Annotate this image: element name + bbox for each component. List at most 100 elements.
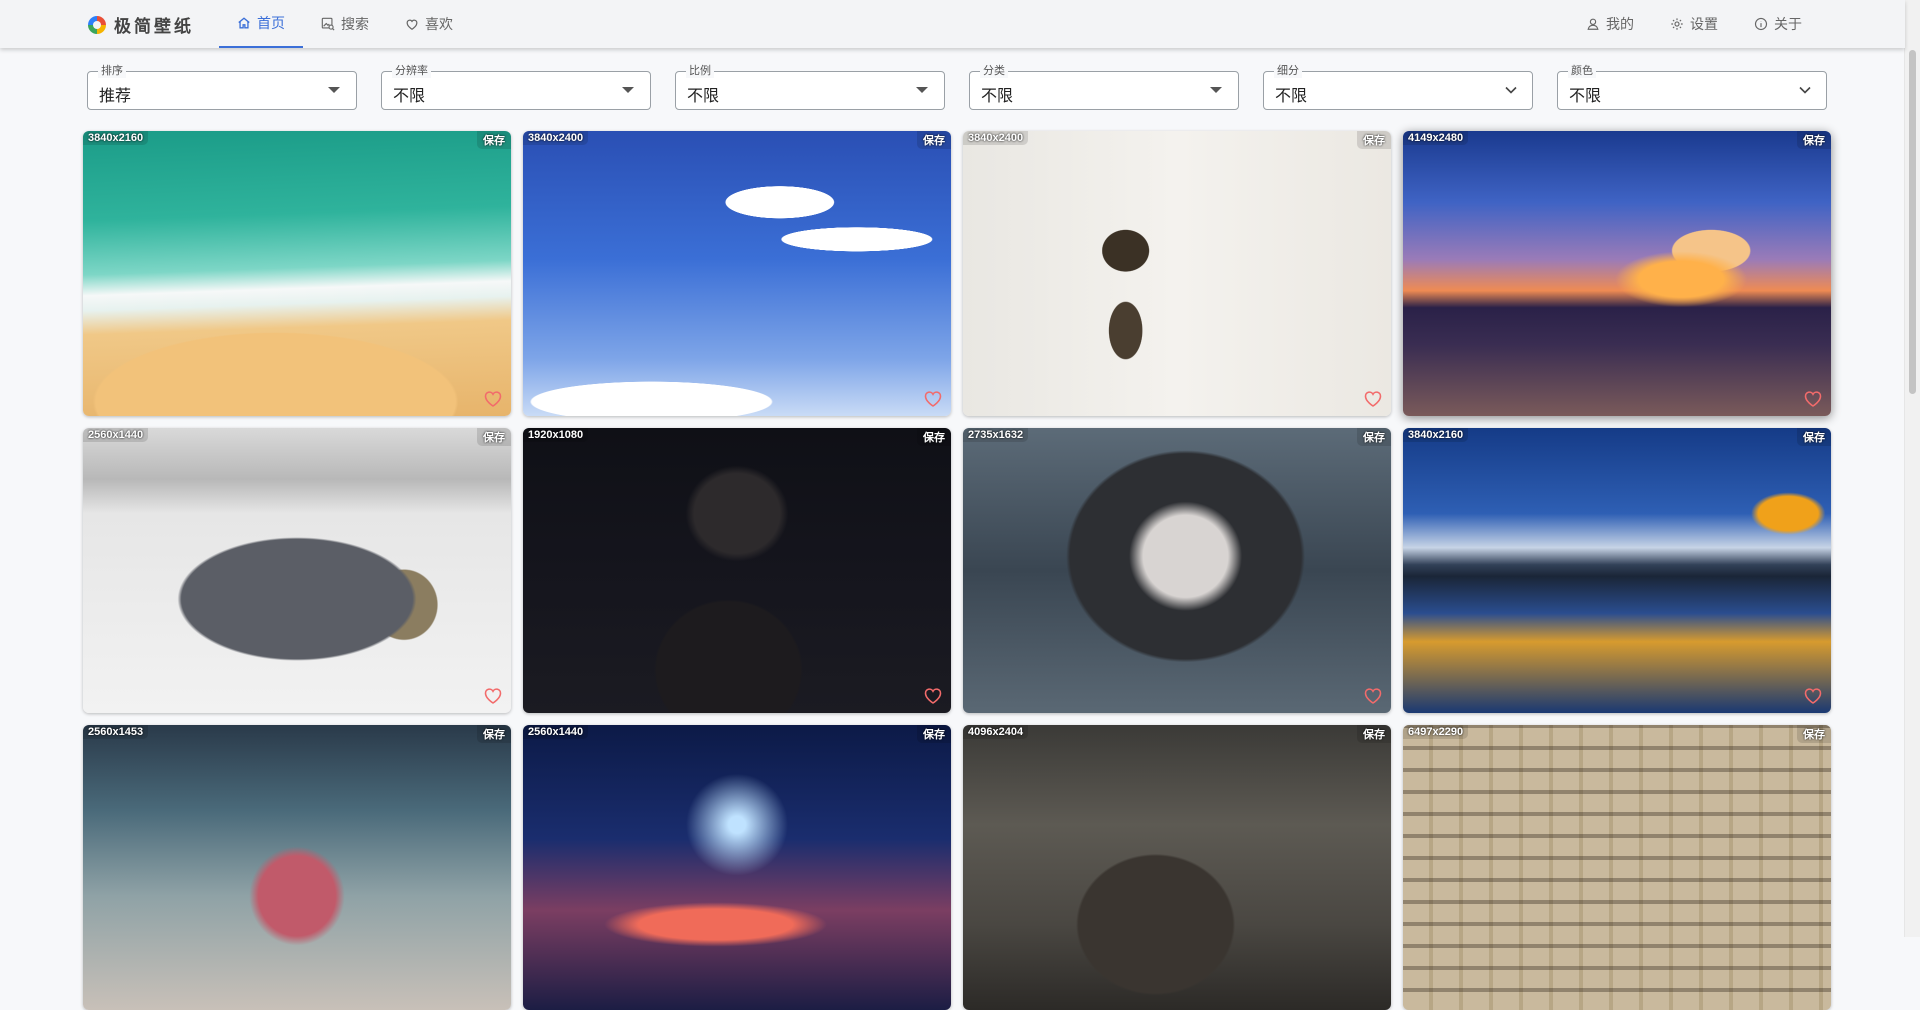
caret-down-icon [1210, 87, 1222, 93]
wallpaper-card[interactable]: 2560x1440 保存 [523, 725, 951, 1010]
wallpaper-thumbnail[interactable] [523, 725, 951, 1010]
main-nav: 首页 搜索 喜欢 [219, 0, 471, 48]
scrollbar-thumb[interactable] [1909, 50, 1916, 394]
user-nav: 我的 设置 关于 [1568, 0, 1820, 48]
favorite-heart-icon[interactable] [483, 686, 503, 706]
nav-mine[interactable]: 我的 [1568, 0, 1652, 48]
nav-search-label: 搜索 [341, 16, 369, 32]
wallpaper-card[interactable]: 4149x2480 保存 [1403, 131, 1831, 416]
top-bar: 极简壁纸 首页 搜索 喜欢 我的 设置 关于 [0, 0, 1905, 48]
nav-settings-label: 设置 [1690, 16, 1718, 32]
sort-select-label: 排序 [98, 64, 126, 78]
nav-mine-label: 我的 [1606, 16, 1634, 32]
save-button[interactable]: 保存 [917, 725, 951, 743]
wallpaper-thumbnail[interactable] [963, 131, 1391, 416]
save-button[interactable]: 保存 [477, 725, 511, 743]
save-button[interactable]: 保存 [1797, 725, 1831, 743]
wallpaper-card[interactable]: 4096x2404 保存 [963, 725, 1391, 1010]
logo-icon [88, 15, 106, 34]
category-select-label: 分类 [980, 64, 1008, 78]
chevron-down-icon [1799, 86, 1811, 94]
save-button[interactable]: 保存 [1357, 131, 1391, 149]
nav-home-label: 首页 [257, 15, 285, 31]
favorite-heart-icon[interactable] [923, 389, 943, 409]
chevron-down-icon [1505, 86, 1517, 94]
resolution-badge: 6497x2290 [1403, 725, 1469, 739]
save-button[interactable]: 保存 [1357, 725, 1391, 743]
page-scrollbar[interactable] [1904, 0, 1920, 937]
resolution-badge: 4149x2480 [1403, 131, 1469, 145]
color-select-value: 不限 [1569, 88, 1602, 105]
wallpaper-card[interactable]: 2560x1453 保存 [83, 725, 511, 1010]
color-select-label: 颜色 [1568, 64, 1596, 78]
wallpaper-thumbnail[interactable] [963, 428, 1391, 713]
nav-home[interactable]: 首页 [219, 0, 303, 48]
favorite-heart-icon[interactable] [483, 389, 503, 409]
save-button[interactable]: 保存 [477, 428, 511, 446]
resolution-badge: 2735x1632 [963, 428, 1029, 442]
nav-search[interactable]: 搜索 [303, 0, 387, 48]
wallpaper-grid: 3840x2160 保存 3840x2400 保存 3840x2400 保存 4… [83, 131, 1831, 1010]
subcategory-select-label: 细分 [1274, 64, 1302, 78]
nav-settings[interactable]: 设置 [1652, 0, 1736, 48]
save-button[interactable]: 保存 [917, 131, 951, 149]
wallpaper-card[interactable]: 3840x2400 保存 [963, 131, 1391, 416]
app-title: 极简壁纸 [114, 17, 194, 36]
ratio-select[interactable]: 比例 不限 [675, 64, 945, 110]
color-select[interactable]: 颜色 不限 [1557, 64, 1827, 110]
wallpaper-card[interactable]: 3840x2160 保存 [83, 131, 511, 416]
favorite-heart-icon[interactable] [1363, 389, 1383, 409]
wallpaper-thumbnail[interactable] [83, 131, 511, 416]
favorite-heart-icon[interactable] [1803, 389, 1823, 409]
resolution-badge: 2560x1440 [83, 428, 149, 442]
wallpaper-thumbnail[interactable] [523, 428, 951, 713]
category-select[interactable]: 分类 不限 [969, 64, 1239, 110]
wallpaper-card[interactable]: 2560x1440 保存 [83, 428, 511, 713]
favorite-heart-icon[interactable] [923, 686, 943, 706]
save-button[interactable]: 保存 [1797, 428, 1831, 446]
caret-down-icon [328, 87, 340, 93]
wallpaper-thumbnail[interactable] [1403, 428, 1831, 713]
favorite-heart-icon[interactable] [1803, 686, 1823, 706]
wallpaper-thumbnail[interactable] [83, 725, 511, 1010]
favorite-heart-icon[interactable] [1363, 686, 1383, 706]
wallpaper-card[interactable]: 3840x2160 保存 [1403, 428, 1831, 713]
info-icon [1754, 17, 1768, 31]
ratio-select-value: 不限 [687, 88, 720, 105]
image-search-icon [321, 17, 335, 31]
nav-about-label: 关于 [1774, 16, 1802, 32]
wallpaper-thumbnail[interactable] [963, 725, 1391, 1010]
wallpaper-card[interactable]: 3840x2400 保存 [523, 131, 951, 416]
save-button[interactable]: 保存 [1797, 131, 1831, 149]
resolution-select[interactable]: 分辨率 不限 [381, 64, 651, 110]
wallpaper-thumbnail[interactable] [1403, 131, 1831, 416]
save-button[interactable]: 保存 [477, 131, 511, 149]
subcategory-select[interactable]: 细分 不限 [1263, 64, 1533, 110]
wallpaper-thumbnail[interactable] [523, 131, 951, 416]
save-button[interactable]: 保存 [1357, 428, 1391, 446]
sort-select[interactable]: 排序 推荐 [87, 64, 357, 110]
ratio-select-label: 比例 [686, 64, 714, 78]
nav-favorites-label: 喜欢 [425, 16, 453, 32]
sort-select-value: 推荐 [99, 88, 132, 105]
app-logo[interactable]: 极简壁纸 [88, 12, 194, 37]
user-icon [1586, 17, 1600, 31]
home-icon [237, 16, 251, 30]
wallpaper-thumbnail[interactable] [1403, 725, 1831, 1010]
heart-icon [405, 17, 419, 31]
nav-about[interactable]: 关于 [1736, 0, 1820, 48]
wallpaper-card[interactable]: 1920x1080 保存 [523, 428, 951, 713]
save-button[interactable]: 保存 [917, 428, 951, 446]
category-select-value: 不限 [981, 88, 1014, 105]
resolution-badge: 4096x2404 [963, 725, 1029, 739]
resolution-badge: 3840x2160 [1403, 428, 1469, 442]
gear-icon [1670, 17, 1684, 31]
wallpaper-card[interactable]: 6497x2290 保存 [1403, 725, 1831, 1010]
resolution-badge: 3840x2160 [83, 131, 149, 145]
wallpaper-card[interactable]: 2735x1632 保存 [963, 428, 1391, 713]
resolution-badge: 2560x1440 [523, 725, 589, 739]
nav-favorites[interactable]: 喜欢 [387, 0, 471, 48]
caret-down-icon [916, 87, 928, 93]
resolution-badge: 3840x2400 [963, 131, 1029, 145]
wallpaper-thumbnail[interactable] [83, 428, 511, 713]
